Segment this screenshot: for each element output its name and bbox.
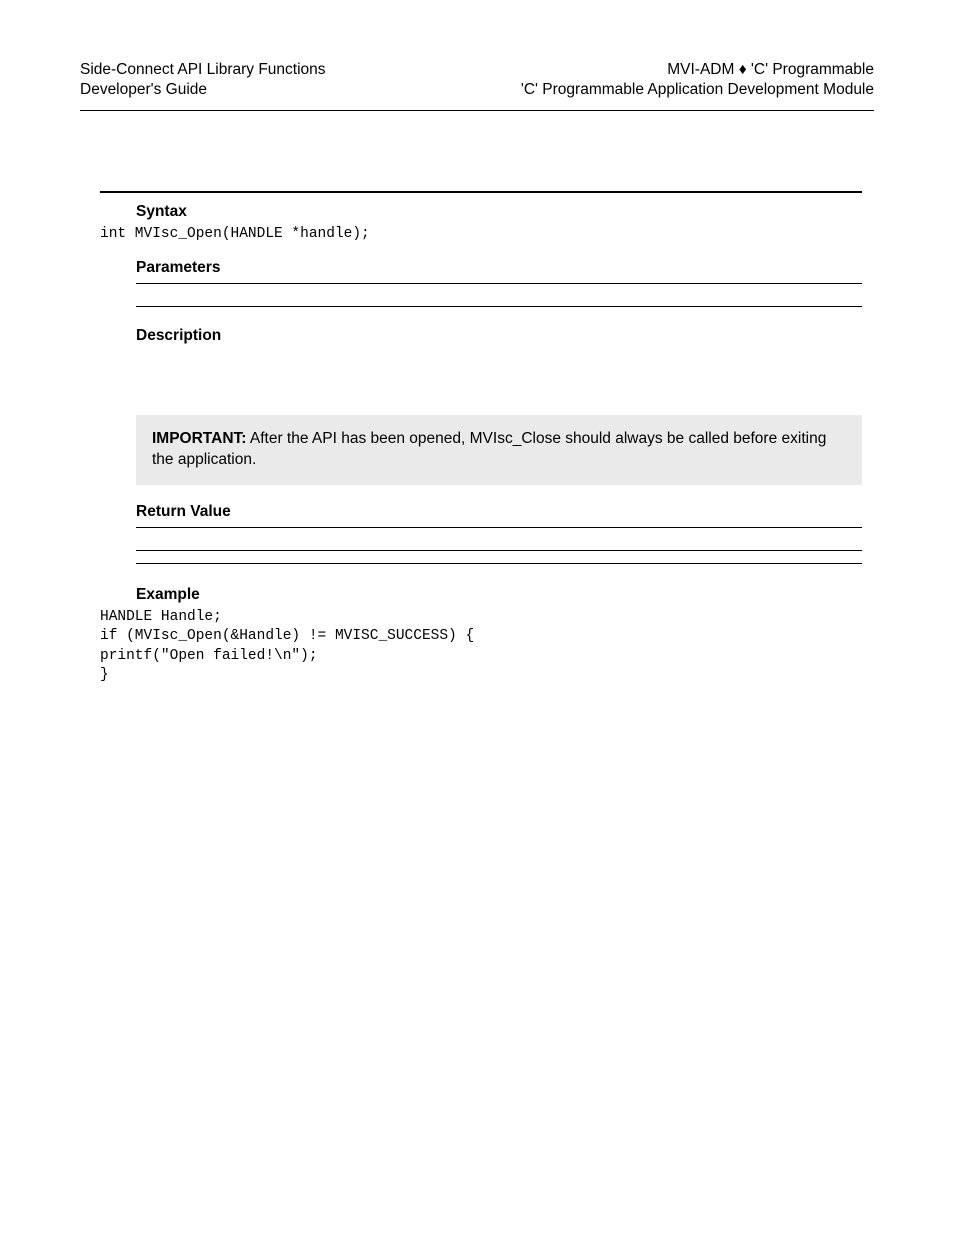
important-text: After the API has been opened, MVIsc_Clo… [152,430,826,468]
syntax-heading: Syntax [100,203,862,221]
important-box: IMPORTANT: After the API has been opened… [136,415,862,485]
header-right-line2: 'C' Programmable Application Development… [521,80,874,100]
header-left-line1: Side-Connect API Library Functions [80,60,326,80]
parameters-heading: Parameters [100,259,862,277]
top-rule [100,191,862,193]
content-area: Syntax int MVIsc_Open(HANDLE *handle); P… [80,191,874,686]
header-right: MVI-ADM ♦ 'C' Programmable 'C' Programma… [521,60,874,100]
header-left: Side-Connect API Library Functions Devel… [80,60,326,100]
return-value-heading: Return Value [100,503,862,521]
page-header: Side-Connect API Library Functions Devel… [80,60,874,111]
syntax-code: int MVIsc_Open(HANDLE *handle); [100,225,862,245]
header-left-line2: Developer's Guide [80,80,326,100]
important-label: IMPORTANT: [152,430,246,447]
param-rule-2 [136,306,862,307]
header-right-line1: MVI-ADM ♦ 'C' Programmable [521,60,874,80]
return-rule-3 [136,563,862,564]
example-code: HANDLE Handle; if (MVIsc_Open(&Handle) !… [100,608,862,686]
example-heading: Example [100,586,862,604]
description-heading: Description [100,327,862,345]
